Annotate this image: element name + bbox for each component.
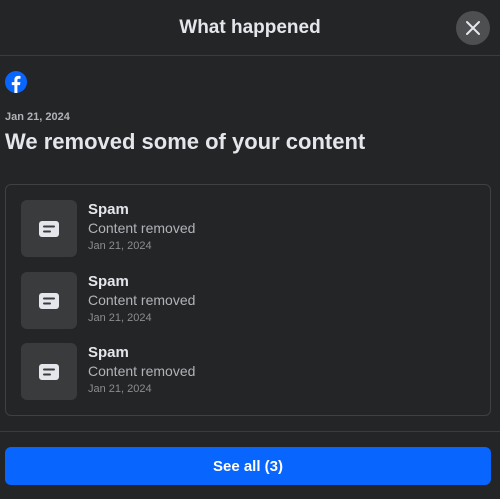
item-status: Content removed (88, 292, 196, 308)
item-date: Jan 21, 2024 (88, 383, 152, 395)
item-status: Content removed (88, 363, 196, 379)
footer-divider (0, 431, 500, 432)
item-status: Content removed (88, 220, 196, 236)
notice-title: We removed some of your content (5, 129, 366, 154)
post-icon (39, 292, 59, 309)
list-item[interactable]: Spam Content removed Jan 21, 2024 (21, 343, 461, 401)
what-happened-dialog: What happened Jan 21, 2024 We removed so… (0, 0, 500, 499)
close-button[interactable] (456, 11, 490, 45)
removed-content-list: Spam Content removed Jan 21, 2024 Spam C… (5, 184, 491, 416)
item-title: Spam (88, 201, 129, 218)
close-icon (466, 21, 480, 35)
post-icon (39, 363, 59, 380)
post-icon-box (21, 272, 77, 329)
dialog-header: What happened (0, 0, 500, 56)
list-item-text: Spam Content removed Jan 21, 2024 (88, 273, 195, 327)
item-date: Jan 21, 2024 (88, 240, 152, 252)
list-item-text: Spam Content removed Jan 21, 2024 (88, 201, 195, 255)
list-item[interactable]: Spam Content removed Jan 21, 2024 (21, 200, 461, 258)
item-title: Spam (88, 344, 129, 361)
notice-date: Jan 21, 2024 (5, 111, 70, 123)
see-all-button[interactable]: See all (3) (5, 447, 491, 485)
item-date: Jan 21, 2024 (88, 312, 152, 324)
dialog-title: What happened (179, 16, 321, 38)
list-item-text: Spam Content removed Jan 21, 2024 (88, 344, 195, 398)
facebook-logo-icon (5, 71, 27, 93)
post-icon (39, 220, 59, 237)
list-item[interactable]: Spam Content removed Jan 21, 2024 (21, 272, 461, 330)
post-icon-box (21, 200, 77, 257)
post-icon-box (21, 343, 77, 400)
item-title: Spam (88, 273, 129, 290)
